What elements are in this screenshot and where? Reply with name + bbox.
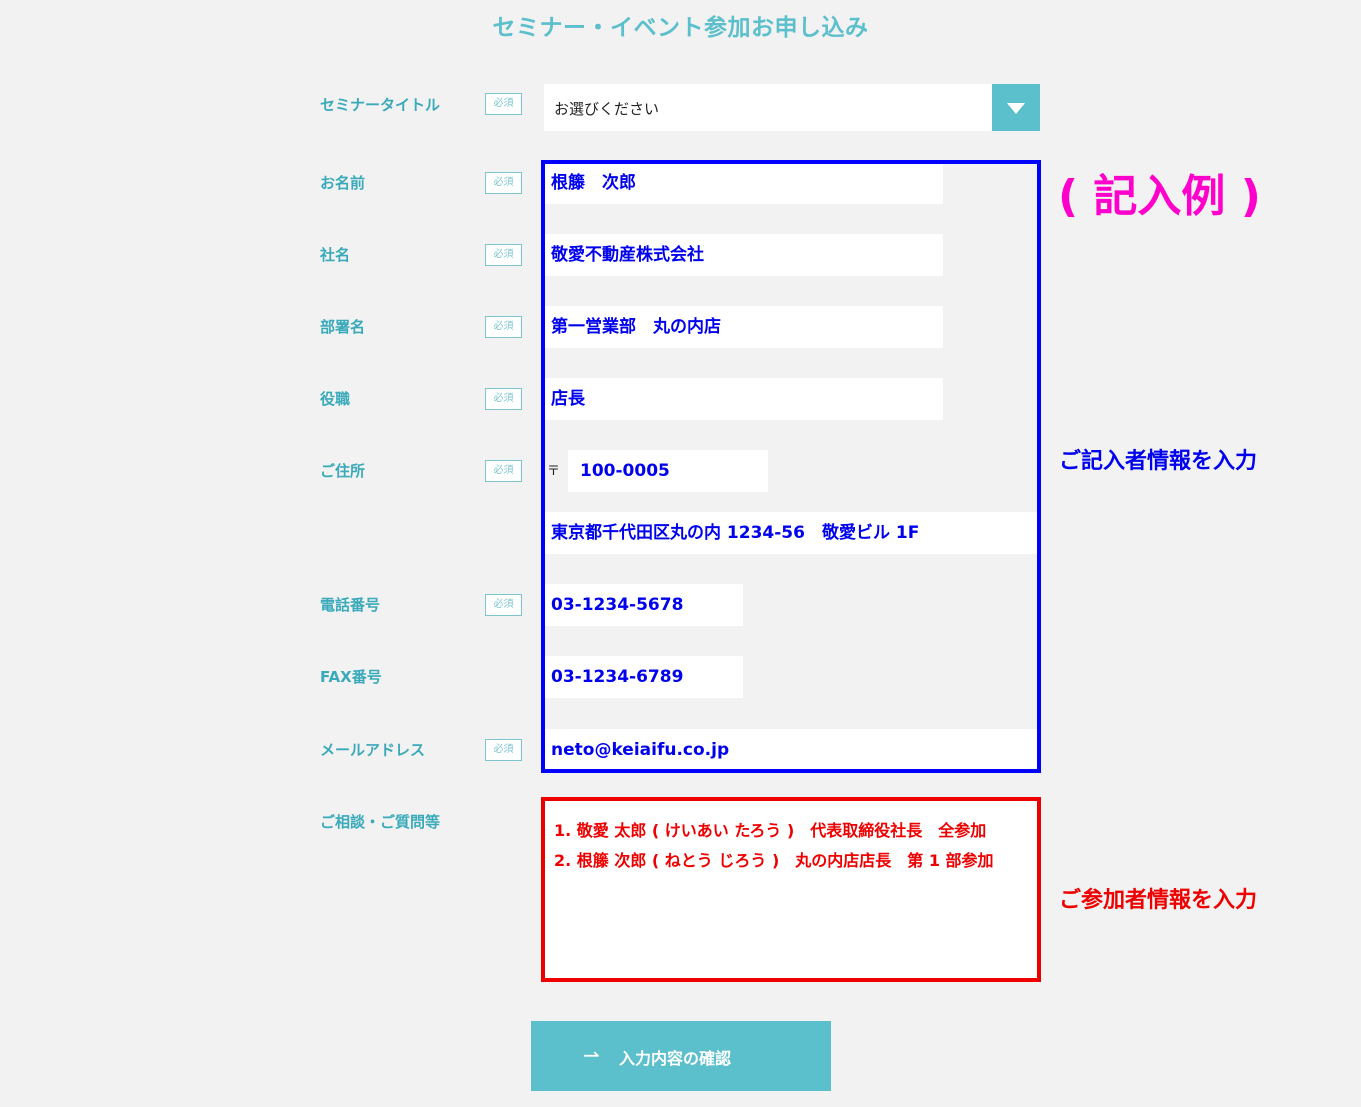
required-badge: 必須 <box>485 594 522 616</box>
page-title: セミナー・イベント参加お申し込み <box>492 15 869 41</box>
arrow-right-icon: ⇀ <box>583 1043 600 1067</box>
required-badge: 必須 <box>485 93 522 115</box>
confirm-input-button[interactable]: ⇀ 入力内容の確認 <box>531 1021 831 1091</box>
label-department: 部署名 <box>320 318 366 336</box>
required-badge: 必須 <box>485 316 522 338</box>
seminar-title-select-value: お選びください <box>554 100 660 118</box>
required-badge: 必須 <box>485 172 522 194</box>
seminar-title-select[interactable]: お選びください <box>544 84 1040 131</box>
label-email: メールアドレス <box>320 741 426 759</box>
entrant-info-note: ご記入者情報を入力 <box>1059 449 1258 474</box>
select-dropdown-button[interactable] <box>992 84 1040 131</box>
label-company: 社名 <box>320 246 351 264</box>
required-badge: 必須 <box>485 244 522 266</box>
required-badge: 必須 <box>485 460 522 482</box>
required-badge: 必須 <box>485 388 522 410</box>
required-badge: 必須 <box>485 739 522 761</box>
inquiry-line-1: 1. 敬愛 太郎 ( けいあい たろう ) 代表取締役社長 全参加 <box>554 821 987 840</box>
chevron-down-icon <box>1007 103 1025 114</box>
label-address: ご住所 <box>320 462 366 480</box>
participant-info-note: ご参加者情報を入力 <box>1059 888 1258 913</box>
label-seminar-title: セミナータイトル <box>320 96 441 114</box>
confirm-input-button-label: 入力内容の確認 <box>619 1049 732 1068</box>
entrant-info-highlight-frame <box>541 160 1041 773</box>
label-inquiry: ご相談・ご質問等 <box>320 813 441 831</box>
label-position: 役職 <box>320 390 351 408</box>
example-label: ( 記入例 ) <box>1058 171 1261 222</box>
label-phone: 電話番号 <box>320 596 381 614</box>
label-name: お名前 <box>320 174 366 192</box>
inquiry-textarea[interactable]: 1. 敬愛 太郎 ( けいあい たろう ) 代表取締役社長 全参加 2. 根籐 … <box>541 797 1041 982</box>
label-fax: FAX番号 <box>320 668 382 686</box>
inquiry-line-2: 2. 根籐 次郎 ( ねとう じろう ) 丸の内店店長 第 1 部参加 <box>554 851 994 870</box>
